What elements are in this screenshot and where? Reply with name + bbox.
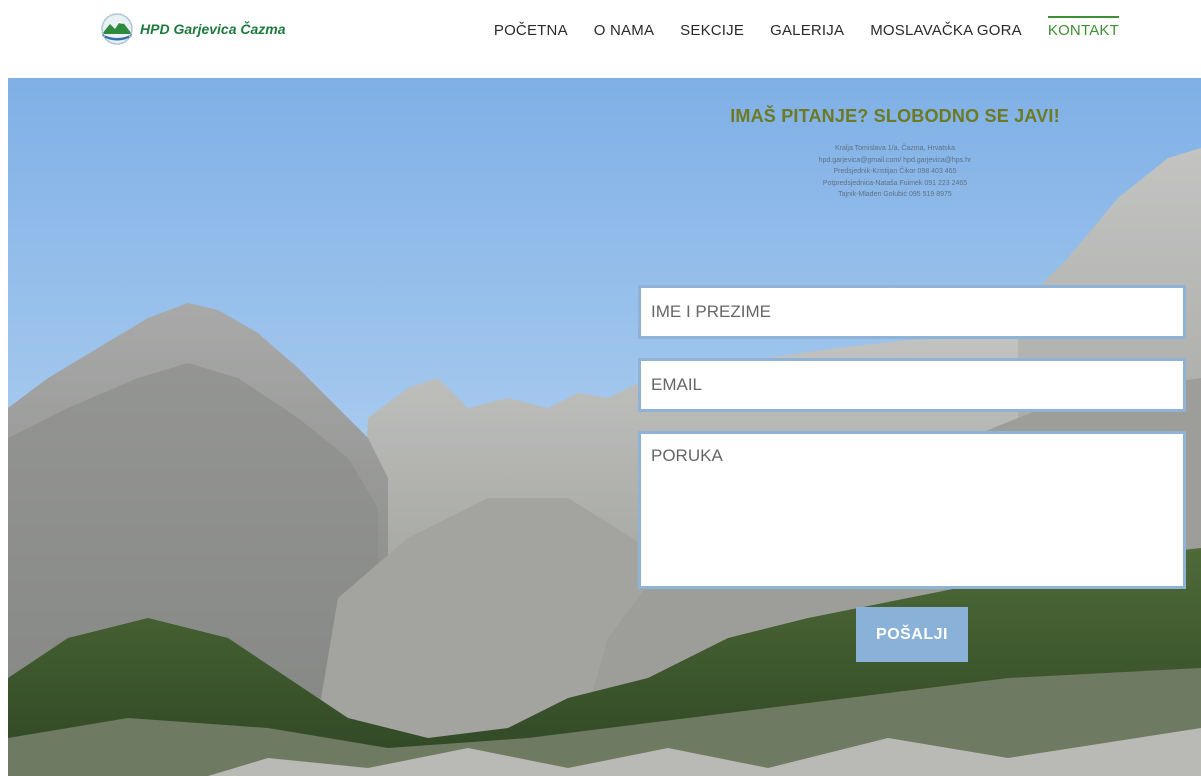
contact-details: Kralja Tomislava 1/a, Čazma, Hrvatska hp… <box>760 143 1030 201</box>
nav-item-o-nama[interactable]: O NAMA <box>594 14 654 47</box>
contact-vice-president: Potpredsjednica-Nataša Fuimek 091 223 24… <box>822 179 968 187</box>
nav-item-galerija[interactable]: GALERIJA <box>770 14 844 47</box>
nav-item-moslavacka-gora[interactable]: MOSLAVAČKA GORA <box>870 14 1022 47</box>
contact-address: Kralja Tomislava 1/a, Čazma, Hrvatska <box>834 145 956 152</box>
nav-item-pocetna[interactable]: POČETNA <box>494 14 568 47</box>
contact-secretary: Tajnik-Mladen Golubić 095 519 8975 <box>838 191 952 198</box>
site-logo[interactable]: HPD Garjevica Čazma <box>96 12 286 46</box>
nav-item-sekcije[interactable]: SEKCIJE <box>680 14 744 47</box>
message-textarea[interactable] <box>638 431 1186 589</box>
contact-heading: IMAŠ PITANJE? SLOBODNO SE JAVI! <box>730 106 1060 126</box>
contact-president: Predsjednik-Kristijan Čikor 098 403 465 <box>833 168 957 175</box>
name-input[interactable] <box>638 285 1186 339</box>
nav-item-kontakt[interactable]: KONTAKT <box>1047 14 1120 47</box>
email-input[interactable] <box>638 358 1186 412</box>
site-title: HPD Garjevica Čazma <box>140 21 286 37</box>
site-header: HPD Garjevica Čazma POČETNA O NAMA SEKCI… <box>0 0 1201 78</box>
club-emblem-icon <box>101 13 133 45</box>
submit-button[interactable]: POŠALJI <box>856 607 968 662</box>
main-nav: POČETNA O NAMA SEKCIJE GALERIJA MOSLAVAČ… <box>468 0 1120 60</box>
contact-emails: hpd.garjevica@gmail.com/ hpd.garjevica@h… <box>818 156 972 164</box>
